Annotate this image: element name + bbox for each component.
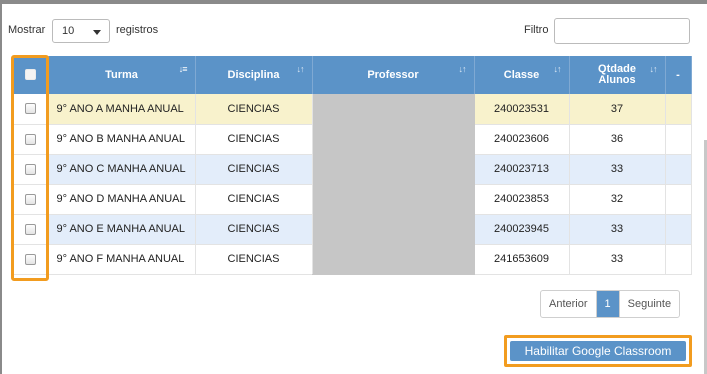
column-header-turma-label: Turma (105, 68, 138, 81)
sort-both-icon[interactable]: ↓↑ (297, 64, 305, 75)
cell-disciplina: CIENCIAS (195, 94, 313, 125)
row-select-cell[interactable] (14, 94, 49, 125)
filter-label: Filtro (524, 24, 549, 36)
cell-turma: 9° ANO D MANHA ANUAL (48, 184, 196, 215)
sort-alpha-down-icon[interactable]: ↓≡ (179, 64, 188, 75)
cell-classe: 240023945 (474, 214, 570, 245)
sort-both-icon[interactable]: ↓↑ (554, 64, 562, 75)
row-checkbox[interactable] (25, 103, 37, 115)
row-checkbox[interactable] (25, 163, 37, 175)
row-checkbox[interactable] (25, 223, 37, 235)
cell-qtdade: 32 (569, 184, 666, 215)
cell-extra (665, 244, 692, 275)
cell-classe: 240023531 (474, 94, 570, 125)
show-label: Mostrar (8, 24, 46, 36)
column-header-turma[interactable]: Turma ↓≡ (48, 56, 196, 94)
pagination: Anterior 1 Seguinte (540, 290, 681, 318)
cell-disciplina: CIENCIAS (195, 244, 313, 275)
sort-both-icon[interactable]: ↓↑ (459, 64, 467, 75)
row-checkbox[interactable] (25, 193, 37, 205)
sort-both-icon[interactable]: ↓↑ (650, 64, 658, 75)
column-header-disciplina[interactable]: Disciplina ↓↑ (195, 56, 313, 94)
cell-extra (665, 184, 692, 215)
table-header-row: Turma ↓≡ Disciplina ↓↑ Professor ↓↑ Classe ↓… (14, 56, 692, 94)
column-header-classe[interactable]: Classe ↓↑ (474, 56, 570, 94)
row-select-cell[interactable] (14, 124, 49, 155)
cell-turma: 9° ANO F MANHA ANUAL (48, 244, 196, 275)
cell-qtdade: 33 (569, 214, 666, 245)
cell-extra (665, 214, 692, 245)
cell-turma: 9° ANO A MANHA ANUAL (48, 94, 196, 125)
pagination-next[interactable]: Seguinte (618, 291, 679, 317)
column-header-professor-label: Professor (367, 68, 419, 81)
cell-classe: 240023606 (474, 124, 570, 155)
page-size-select[interactable]: 10 (52, 19, 110, 43)
cell-classe: 240023853 (474, 184, 570, 215)
cell-disciplina: CIENCIAS (195, 214, 313, 245)
cell-disciplina: CIENCIAS (195, 184, 313, 215)
cell-qtdade: 33 (569, 154, 666, 185)
table-row[interactable]: 9° ANO A MANHA ANUAL CIENCIAS 240023531 … (14, 94, 692, 275)
column-header-qtdade[interactable]: Qtdade Alunos ↓↑ (569, 56, 666, 94)
row-checkbox[interactable] (25, 253, 37, 265)
cell-extra (665, 94, 692, 125)
cell-extra (665, 154, 692, 185)
caret-down-icon (93, 30, 101, 35)
select-all-checkbox[interactable] (25, 69, 37, 81)
row-select-cell[interactable] (14, 184, 49, 215)
row-select-cell[interactable] (14, 244, 49, 275)
cell-classe: 240023713 (474, 154, 570, 185)
column-header-classe-label: Classe (503, 68, 540, 81)
cell-qtdade: 37 (569, 94, 666, 125)
column-header-professor[interactable]: Professor ↓↑ (312, 56, 475, 94)
cell-turma: 9° ANO C MANHA ANUAL (48, 154, 196, 185)
page-size-value: 10 (62, 25, 75, 37)
cell-turma: 9° ANO B MANHA ANUAL (48, 124, 196, 155)
cell-qtdade: 33 (569, 244, 666, 275)
row-select-cell[interactable] (14, 154, 49, 185)
enable-google-classroom-button[interactable]: Habilitar Google Classroom (510, 341, 686, 361)
records-label: registros (116, 24, 159, 36)
column-header-disciplina-label: Disciplina (227, 68, 280, 81)
cell-disciplina: CIENCIAS (195, 154, 313, 185)
select-all-header[interactable] (14, 56, 49, 94)
cell-classe: 241653609 (474, 244, 570, 275)
pagination-previous[interactable]: Anterior (541, 291, 597, 317)
classes-table: Turma ↓≡ Disciplina ↓↑ Professor ↓↑ Classe ↓… (14, 56, 692, 275)
pagination-page-current[interactable]: 1 (596, 291, 619, 317)
column-header-extra: - (665, 56, 692, 94)
column-header-qtdade-label: Qtdade Alunos (598, 63, 636, 86)
cell-turma: 9° ANO E MANHA ANUAL (48, 214, 196, 245)
row-select-cell[interactable] (14, 214, 49, 245)
cell-professor-redacted (312, 94, 475, 275)
cell-qtdade: 36 (569, 124, 666, 155)
cell-disciplina: CIENCIAS (195, 124, 313, 155)
cell-extra (665, 124, 692, 155)
filter-input[interactable] (554, 18, 690, 44)
enable-classroom-highlight: Habilitar Google Classroom (504, 335, 692, 367)
column-header-extra-label: - (676, 68, 680, 81)
row-checkbox[interactable] (25, 133, 37, 145)
